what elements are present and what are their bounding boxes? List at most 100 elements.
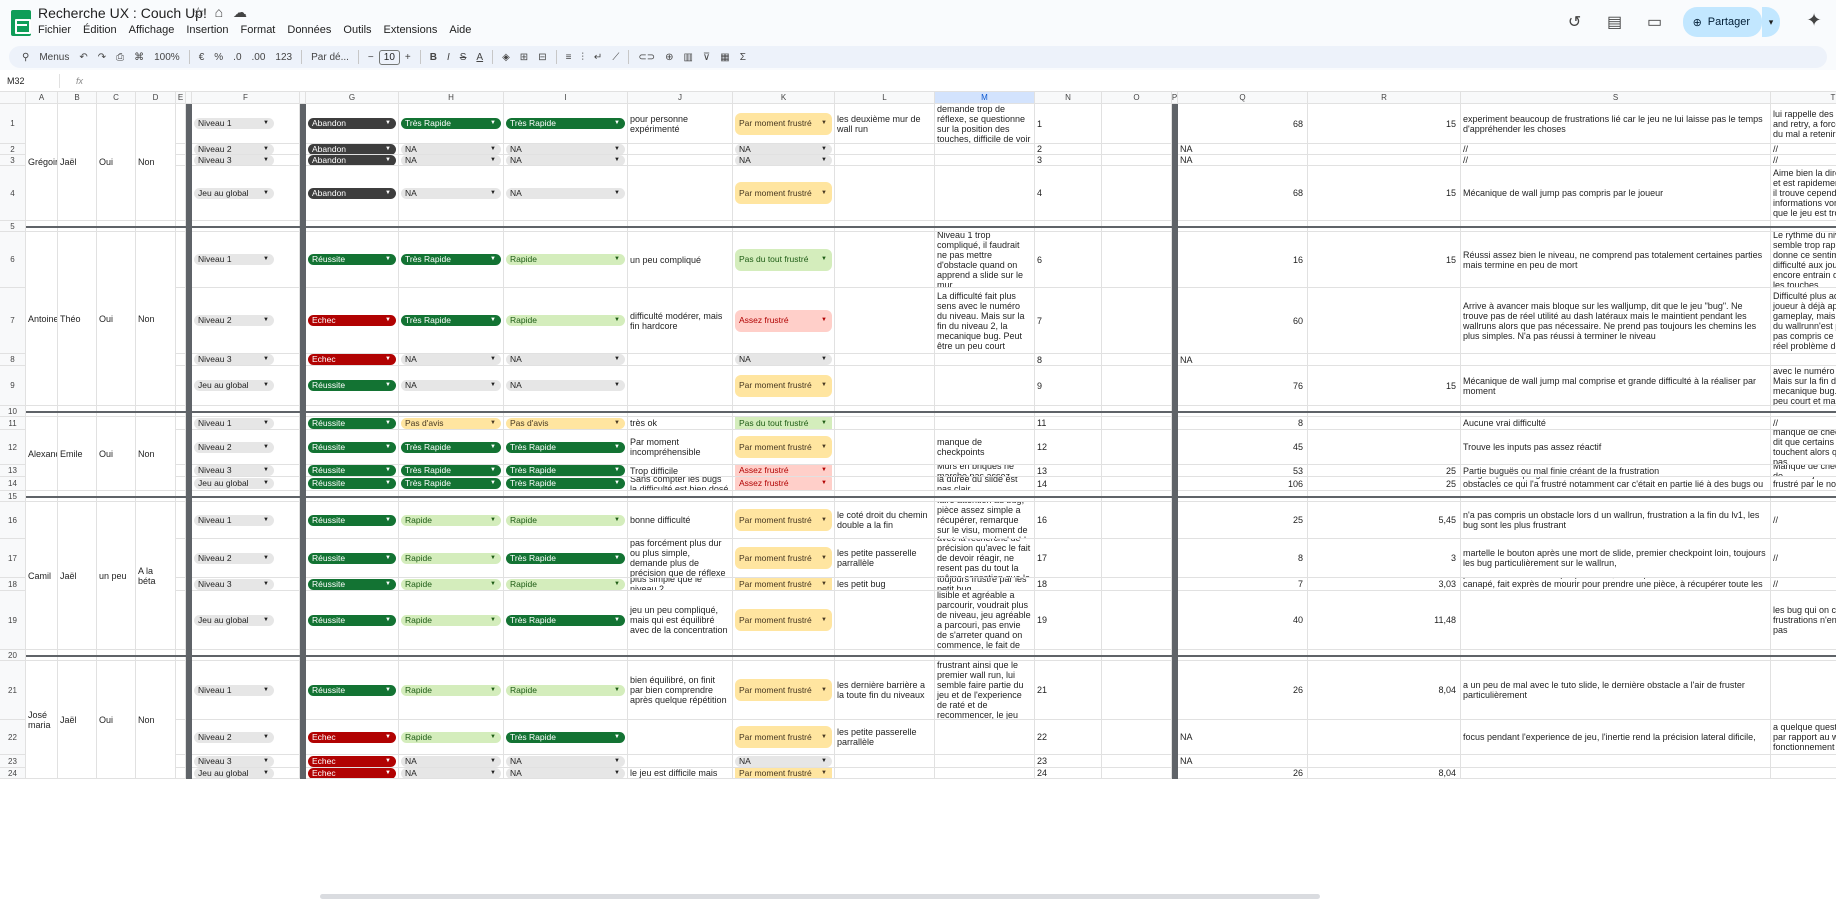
dropdown-arrow-icon[interactable]: ▼ [490, 156, 496, 165]
cell-d-group[interactable]: Non [136, 417, 176, 491]
status-chip[interactable]: NA ▼ [506, 380, 625, 391]
cell-E24[interactable] [176, 768, 186, 779]
cell-I11[interactable]: Pas d'avis ▼ [504, 417, 628, 430]
cell-T19[interactable]: les bug qui on causé tant de frustration… [1771, 591, 1836, 650]
undo-icon[interactable]: ↶ [74, 52, 92, 63]
cell-S14[interactable]: Malgré que sa progression allait vite il… [1461, 477, 1771, 491]
column-header-K[interactable]: K [733, 92, 835, 104]
cell-G14[interactable]: Réussite ▼ [306, 477, 399, 491]
functions-icon[interactable]: Σ [735, 52, 751, 63]
dropdown-arrow-icon[interactable]: ▼ [821, 466, 827, 475]
level-chip[interactable]: Niveau 3 ▼ [194, 155, 274, 165]
cell-F18[interactable]: Niveau 3 ▼ [192, 578, 300, 591]
cell-E13[interactable] [176, 465, 186, 477]
row-header[interactable]: 19 [0, 591, 26, 650]
cell-K14[interactable]: Assez frustré ▼ [733, 477, 835, 491]
cell-M21[interactable]: gameplay agréable, la dernière partie es… [935, 661, 1035, 720]
cell-J16[interactable]: bonne difficulté [628, 502, 733, 539]
cell-I3[interactable]: NA ▼ [504, 155, 628, 166]
cell-G4[interactable]: Abandon ▼ [306, 166, 399, 221]
cell-S6[interactable]: Réussi assez bien le niveau, ne comprend… [1461, 232, 1771, 288]
status-chip[interactable]: Réussite ▼ [308, 380, 396, 391]
cell-b-group[interactable]: Emile [58, 417, 97, 491]
cell-O4[interactable] [1102, 166, 1172, 221]
cell-T11[interactable]: // [1771, 417, 1836, 430]
status-chip[interactable]: Réussite ▼ [308, 417, 396, 429]
row-header[interactable]: 2 [0, 144, 26, 155]
dropdown-arrow-icon[interactable]: ▼ [821, 316, 827, 325]
status-chip[interactable]: Echec ▼ [308, 768, 396, 778]
dropdown-arrow-icon[interactable]: ▼ [821, 733, 827, 742]
cell-Q11[interactable]: 8 [1178, 417, 1308, 430]
cell-L18[interactable]: les petit bug [835, 578, 935, 591]
cell-O11[interactable] [1102, 417, 1172, 430]
dropdown-arrow-icon[interactable]: ▼ [385, 466, 391, 475]
cell-G22[interactable]: Echec ▼ [306, 720, 399, 755]
status-chip[interactable]: Réussite ▼ [308, 614, 396, 626]
column-header-H[interactable]: H [399, 92, 504, 104]
status-chip[interactable]: NA ▼ [401, 144, 501, 154]
dropdown-arrow-icon[interactable]: ▼ [263, 554, 269, 563]
cell-S11[interactable]: Aucune vrai difficulté [1461, 417, 1771, 430]
cell-T24[interactable] [1771, 768, 1836, 779]
row-header[interactable]: 9 [0, 366, 26, 406]
cell-F9[interactable]: Jeu au global ▼ [192, 366, 300, 406]
cell-Q2[interactable]: NA [1178, 144, 1308, 155]
cell-T6[interactable]: Le rythme du niveau 1 semble trop rapide… [1771, 232, 1836, 288]
cell-O3[interactable] [1102, 155, 1172, 166]
cell-T21[interactable] [1771, 661, 1836, 720]
dropdown-arrow-icon[interactable]: ▼ [263, 255, 269, 264]
cell-R3[interactable] [1308, 155, 1461, 166]
cell-T12[interactable]: manque de checkpoints et il dit que cert… [1771, 430, 1836, 465]
cell-M2[interactable] [935, 144, 1035, 155]
cell-G23[interactable]: Echec ▼ [306, 755, 399, 768]
cell-F24[interactable]: Jeu au global ▼ [192, 768, 300, 779]
row-header[interactable]: 21 [0, 661, 26, 720]
meet-icon[interactable]: ▭ [1643, 10, 1667, 34]
dropdown-arrow-icon[interactable]: ▼ [821, 769, 827, 778]
status-chip[interactable]: Très Rapide ▼ [401, 254, 501, 265]
cell-Q16[interactable]: 25 [1178, 502, 1308, 539]
status-chip[interactable]: NA ▼ [506, 187, 625, 199]
cell-G16[interactable]: Réussite ▼ [306, 502, 399, 539]
insert-link-icon[interactable]: ⊂⊃ [633, 52, 660, 63]
cell-H14[interactable]: Très Rapide ▼ [399, 477, 504, 491]
cell-Q7[interactable]: 60 [1178, 288, 1308, 354]
cell-I23[interactable]: NA ▼ [504, 755, 628, 768]
cell-H6[interactable]: Très Rapide ▼ [399, 232, 504, 288]
row-header[interactable]: 7 [0, 288, 26, 354]
row-header[interactable]: 16 [0, 502, 26, 539]
cell-G17[interactable]: Réussite ▼ [306, 539, 399, 578]
cell-I24[interactable]: NA ▼ [504, 768, 628, 779]
strikethrough-icon[interactable]: S [455, 52, 472, 63]
row-header[interactable]: 12 [0, 430, 26, 465]
dropdown-arrow-icon[interactable]: ▼ [821, 189, 827, 198]
status-chip[interactable]: NA ▼ [735, 354, 832, 365]
status-chip[interactable]: Très Rapide ▼ [506, 118, 625, 129]
move-folder-icon[interactable]: ⌂ [215, 4, 223, 21]
row-header[interactable]: 24 [0, 768, 26, 779]
dropdown-arrow-icon[interactable]: ▼ [614, 769, 620, 778]
column-header-A[interactable]: A [26, 92, 58, 104]
cell-N23[interactable]: 23 [1035, 755, 1102, 768]
level-chip[interactable]: Niveau 2 ▼ [194, 315, 274, 326]
cell-I1[interactable]: Très Rapide ▼ [504, 104, 628, 144]
dropdown-arrow-icon[interactable]: ▼ [385, 580, 391, 589]
cell-K11[interactable]: Pas du tout frustré ▼ [733, 417, 835, 430]
star-icon[interactable]: ☆ [192, 4, 205, 21]
dropdown-arrow-icon[interactable]: ▼ [490, 616, 496, 625]
cell-M23[interactable] [935, 755, 1035, 768]
dropdown-arrow-icon[interactable]: ▼ [821, 156, 827, 165]
cell-K12[interactable]: Par moment frustré ▼ [733, 430, 835, 465]
dropdown-arrow-icon[interactable]: ▼ [385, 443, 391, 452]
dropdown-arrow-icon[interactable]: ▼ [821, 255, 827, 264]
dropdown-arrow-icon[interactable]: ▼ [490, 554, 496, 563]
cell-S2[interactable]: // [1461, 144, 1771, 155]
cell-O18[interactable] [1102, 578, 1172, 591]
status-chip[interactable]: Très Rapide ▼ [506, 614, 625, 626]
vertical-align-icon[interactable]: ⫶ [576, 52, 589, 63]
cell-J19[interactable]: jeu un peu compliqué, mais qui est équil… [628, 591, 733, 650]
row-header[interactable]: 6 [0, 232, 26, 288]
cell-M9[interactable] [935, 366, 1035, 406]
cell-F7[interactable]: Niveau 2 ▼ [192, 288, 300, 354]
